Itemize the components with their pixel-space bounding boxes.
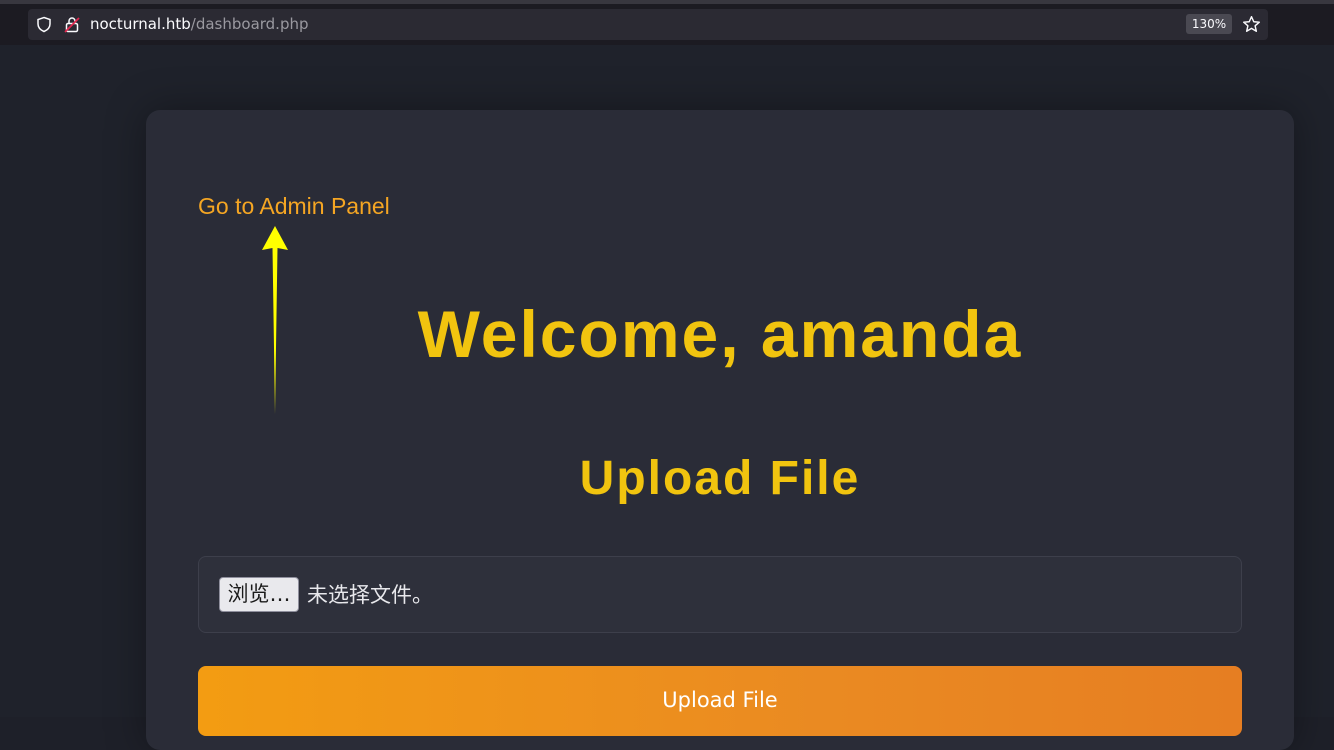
zoom-level-badge[interactable]: 130% bbox=[1186, 14, 1232, 34]
tab-strip bbox=[0, 0, 1334, 4]
url-host: nocturnal.htb bbox=[90, 15, 191, 33]
star-icon[interactable] bbox=[1242, 15, 1261, 34]
shield-icon[interactable] bbox=[36, 16, 52, 33]
browser-toolbar: nocturnal.htb/dashboard.php 130% bbox=[0, 0, 1334, 45]
browse-button[interactable]: 浏览… bbox=[219, 577, 299, 612]
upload-heading: Upload File bbox=[579, 452, 861, 505]
welcome-heading: Welcome, amanda bbox=[417, 297, 1023, 371]
file-input-box[interactable]: 浏览… 未选择文件。 bbox=[198, 556, 1242, 633]
upload-file-button[interactable]: Upload File bbox=[198, 666, 1242, 736]
no-file-selected-label: 未选择文件。 bbox=[307, 583, 433, 607]
lock-icon[interactable] bbox=[64, 16, 80, 33]
admin-panel-link[interactable]: Go to Admin Panel bbox=[198, 192, 390, 220]
url-path: /dashboard.php bbox=[190, 15, 309, 33]
address-bar[interactable]: nocturnal.htb/dashboard.php 130% bbox=[28, 9, 1268, 40]
url-text[interactable]: nocturnal.htb/dashboard.php bbox=[90, 16, 309, 33]
